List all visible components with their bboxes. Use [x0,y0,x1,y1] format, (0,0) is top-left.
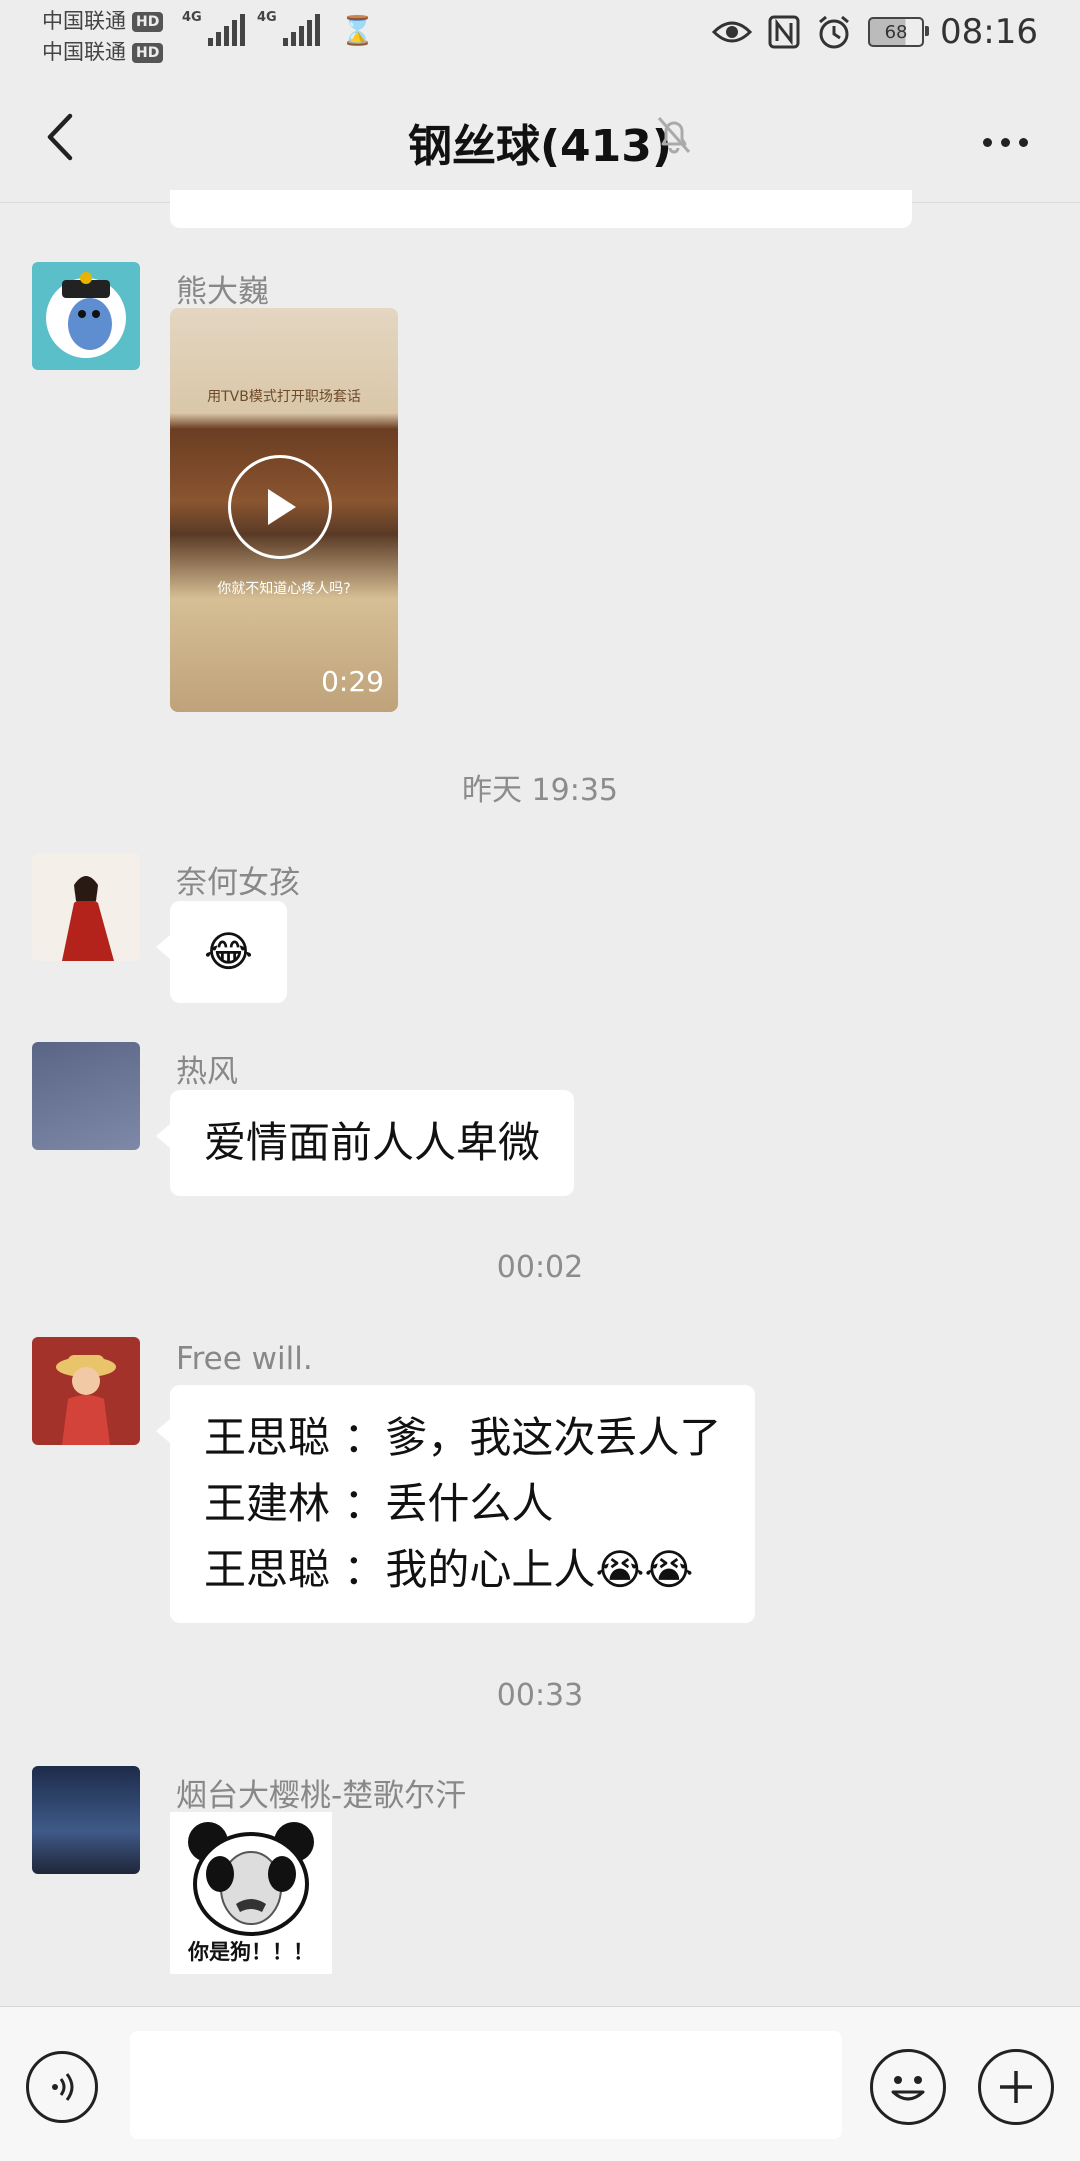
signal-strength-icon: 4G [182,10,245,46]
battery-icon: 68 [868,17,930,47]
message-line: 王思聪 ：爹，我这次丢人了 [204,1413,722,1462]
signal-strength-icon: 4G [257,10,320,46]
voice-icon [52,2073,74,2101]
timestamp-divider: 00:02 [496,1250,584,1285]
carrier-info: 中国联通 HD 中国联通 HD [42,6,164,68]
video-banner-text: 用TVB模式打开职场套话 [207,389,361,405]
sender-name: 奈何女孩 [176,865,300,901]
chat-header: 钢丝球(413) [0,72,1080,203]
carrier-name: 中国联通 [42,9,126,33]
message-input[interactable] [130,2031,842,2139]
more-functions-button[interactable] [978,2049,1054,2125]
sender-name: 烟台大樱桃-楚歌尔汗 [176,1778,467,1814]
voice-input-button[interactable] [26,2051,98,2123]
avatar-image [56,1355,116,1445]
sender-name: 热风 [176,1054,238,1090]
hourglass-icon: ⌛ [340,14,375,47]
battery-level: 68 [884,21,908,43]
signal-indicators: 4G 4G ⌛ [182,10,375,47]
emoji-icon [891,2076,925,2101]
avatar-image [62,876,114,961]
alarm-icon [819,15,849,49]
avatar[interactable] [32,1042,140,1150]
hd-badge: HD [132,11,164,32]
status-clock: 08:16 [940,12,1038,52]
message-line: 王建林 ：丢什么人 [204,1479,554,1528]
hd-badge: HD [132,42,164,63]
avatar[interactable] [32,853,140,961]
more-options-button[interactable] [970,117,1040,167]
message-bubble[interactable]: 王思聪 ：爹，我这次丢人了 王建林 ：丢什么人 王思聪 ：我的心上人😭😭 [155,1385,756,1623]
previous-message-bubble [170,190,912,228]
status-bar: 中国联通 HD 中国联通 HD 4G 4G ⌛ 68 08:16 [0,0,1080,72]
network-type-label: 4G [182,10,202,25]
eye-icon [712,21,753,43]
sticker-message[interactable]: 你是狗！！！ [170,1812,332,1974]
video-message[interactable]: 用TVB模式打开职场套话 你就不知道心疼人吗? 0:29 [170,308,398,712]
carrier-name: 中国联通 [42,40,126,64]
network-type-label: 4G [257,10,277,25]
panda-sticker-image [188,1822,314,1936]
message-text: 😂 [204,927,254,976]
sender-name: 熊大巍 [176,274,269,310]
plus-icon [1000,2071,1032,2103]
timestamp-divider: 00:33 [496,1678,584,1713]
play-icon[interactable] [228,455,332,559]
avatar[interactable] [32,262,140,370]
avatar-image [46,272,126,358]
muted-bell-icon [657,117,691,154]
message-bubble[interactable]: 爱情面前人人卑微 [155,1090,575,1196]
message-bubble[interactable]: 😂 [155,901,288,1003]
message-text: 爱情面前人人卑微 [204,1118,541,1167]
sticker-caption: 你是狗！！！ [188,1940,314,1964]
avatar[interactable] [32,1337,140,1445]
video-duration: 0:29 [321,665,384,698]
nfc-icon [768,15,800,49]
input-bar [0,2006,1080,2161]
timestamp-divider: 昨天 19:35 [462,773,618,808]
sender-name: Free will. [176,1341,313,1377]
chat-title: 钢丝球(413) [407,121,673,172]
emoji-button[interactable] [870,2049,946,2125]
avatar[interactable] [32,1766,140,1874]
message-line: 王思聪 ：我的心上人😭😭 [204,1545,694,1594]
video-caption-text: 你就不知道心疼人吗? [217,581,351,597]
